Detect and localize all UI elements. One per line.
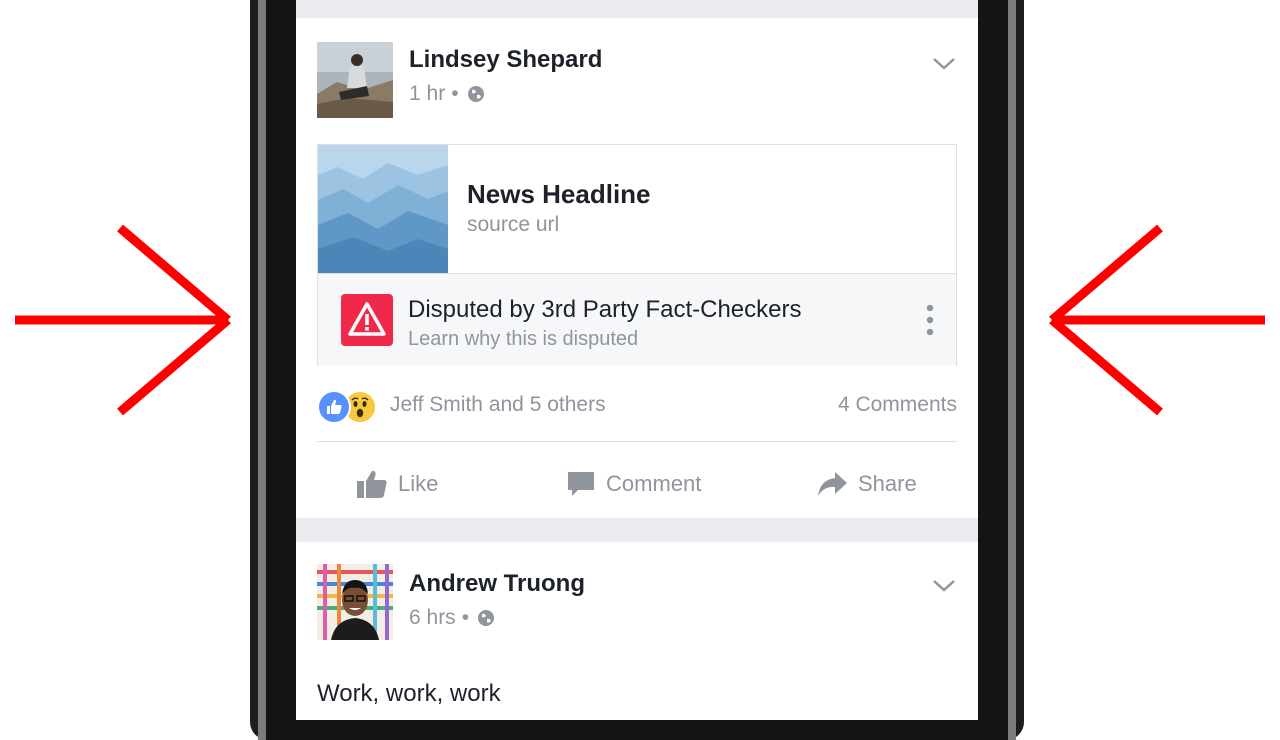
more-vertical-icon[interactable] <box>926 304 934 336</box>
globe-icon <box>467 86 484 102</box>
chevron-down-icon[interactable] <box>932 56 956 72</box>
share-icon <box>818 472 847 496</box>
post-meta: 1 hr • <box>409 82 485 106</box>
warning-icon <box>341 294 393 346</box>
like-button[interactable]: Like <box>356 464 438 504</box>
dispute-banner[interactable]: Disputed by 3rd Party Fact-Checkers Lear… <box>318 273 956 366</box>
feed-post: Andrew Truong 6 hrs • Work, work, work <box>296 542 978 720</box>
dispute-title: Disputed by 3rd Party Fact-Checkers <box>408 296 802 323</box>
comment-label: Comment <box>606 471 702 496</box>
meta-separator: • <box>451 82 459 105</box>
link-source: source url <box>467 213 560 236</box>
avatar[interactable] <box>317 564 393 640</box>
right-arrow-icon <box>15 224 231 416</box>
chevron-down-icon[interactable] <box>932 578 956 594</box>
comment-icon <box>568 472 594 496</box>
dispute-learn-more-link[interactable]: Learn why this is disputed <box>408 328 638 351</box>
link-title[interactable]: News Headline <box>467 179 651 210</box>
post-timestamp[interactable]: 6 hrs <box>409 606 456 630</box>
thumbs-up-icon <box>357 470 387 498</box>
post-body-text: Work, work, work <box>317 680 501 707</box>
comment-button[interactable]: Comment <box>566 464 701 504</box>
link-thumbnail <box>318 145 448 273</box>
left-arrow-icon <box>1049 224 1265 416</box>
reactions-bar: Jeff Smith and 5 others 4 Comments <box>317 388 957 424</box>
divider <box>317 441 957 442</box>
news-feed[interactable]: Lindsey Shepard 1 hr • News Headline sou… <box>296 0 978 720</box>
meta-separator: • <box>461 606 470 629</box>
post-meta: 6 hrs • <box>409 606 495 630</box>
like-label: Like <box>398 471 439 496</box>
reaction-summary[interactable]: Jeff Smith and 5 others <box>390 393 606 417</box>
comments-count[interactable]: 4 Comments <box>838 393 957 417</box>
globe-icon <box>478 610 495 626</box>
share-button[interactable]: Share <box>816 464 917 504</box>
avatar[interactable] <box>317 42 393 118</box>
like-reaction-icon[interactable] <box>317 390 351 424</box>
feed-post: Lindsey Shepard 1 hr • News Headline sou… <box>296 18 978 518</box>
post-author-name[interactable]: Andrew Truong <box>409 570 585 598</box>
link-preview[interactable]: News Headline source url Disputed by 3rd… <box>317 144 957 366</box>
share-label: Share <box>858 471 917 496</box>
post-author-name[interactable]: Lindsey Shepard <box>409 46 602 74</box>
post-timestamp[interactable]: 1 hr <box>409 82 445 106</box>
